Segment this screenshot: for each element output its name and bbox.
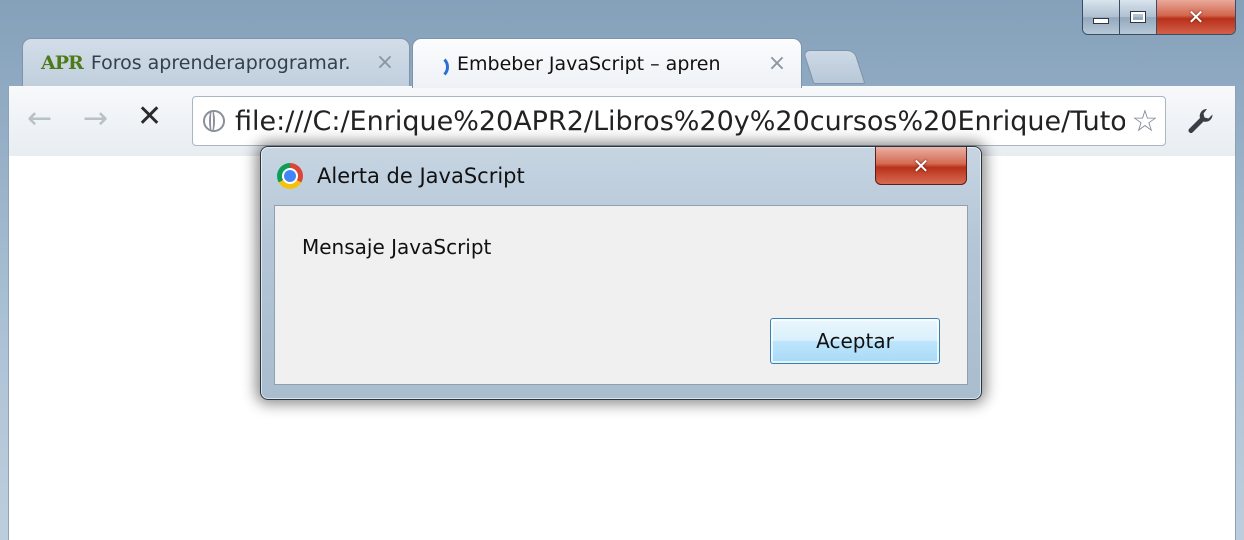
- tab-title: Foros aprenderaprogramar.: [90, 51, 351, 74]
- dialog-title: Alerta de JavaScript: [317, 164, 525, 188]
- back-button[interactable]: ←: [27, 104, 52, 134]
- wrench-icon[interactable]: [1185, 106, 1215, 136]
- stop-loading-button[interactable]: ✕: [137, 102, 162, 132]
- forward-button[interactable]: →: [83, 104, 108, 134]
- tab-embeber-javascript[interactable]: Embeber JavaScript – apren ×: [412, 38, 802, 88]
- window-close-button[interactable]: ✕: [1157, 0, 1235, 34]
- new-tab-button[interactable]: [802, 50, 866, 84]
- tab-strip: APR Foros aprenderaprogramar. × Embeber …: [0, 36, 1244, 88]
- maximize-button[interactable]: [1120, 0, 1157, 34]
- tab-close-icon[interactable]: ×: [765, 51, 789, 76]
- url-text[interactable]: file:///C:/Enrique%20APR2/Libros%20y%20c…: [235, 106, 1125, 137]
- dialog-close-button[interactable]: ✕: [875, 147, 967, 185]
- tab-title: Embeber JavaScript – apren: [457, 52, 721, 75]
- tab-foros[interactable]: APR Foros aprenderaprogramar. ×: [22, 38, 410, 86]
- dialog-message: Mensaje JavaScript: [302, 235, 492, 259]
- apr-favicon-icon: APR: [41, 51, 83, 74]
- dialog-titlebar: Alerta de JavaScript: [261, 147, 981, 205]
- close-icon: ✕: [1187, 5, 1205, 29]
- minimize-button[interactable]: [1083, 0, 1120, 34]
- close-icon: ✕: [912, 153, 930, 178]
- maximize-icon: [1130, 11, 1146, 23]
- chrome-icon: [277, 163, 303, 189]
- javascript-alert-dialog: Alerta de JavaScript ✕ Mensaje JavaScrip…: [260, 146, 982, 400]
- accept-button[interactable]: Aceptar: [770, 318, 940, 364]
- address-bar[interactable]: file:///C:/Enrique%20APR2/Libros%20y%20c…: [192, 96, 1166, 146]
- dialog-body: Mensaje JavaScript Aceptar: [274, 205, 968, 385]
- loading-spinner-icon: [431, 54, 447, 74]
- window-controls: ✕: [1082, 0, 1236, 35]
- bookmark-star-icon[interactable]: ☆: [1125, 104, 1165, 139]
- tab-close-icon[interactable]: ×: [373, 50, 397, 75]
- globe-icon: [203, 110, 225, 132]
- minimize-icon: [1093, 18, 1109, 24]
